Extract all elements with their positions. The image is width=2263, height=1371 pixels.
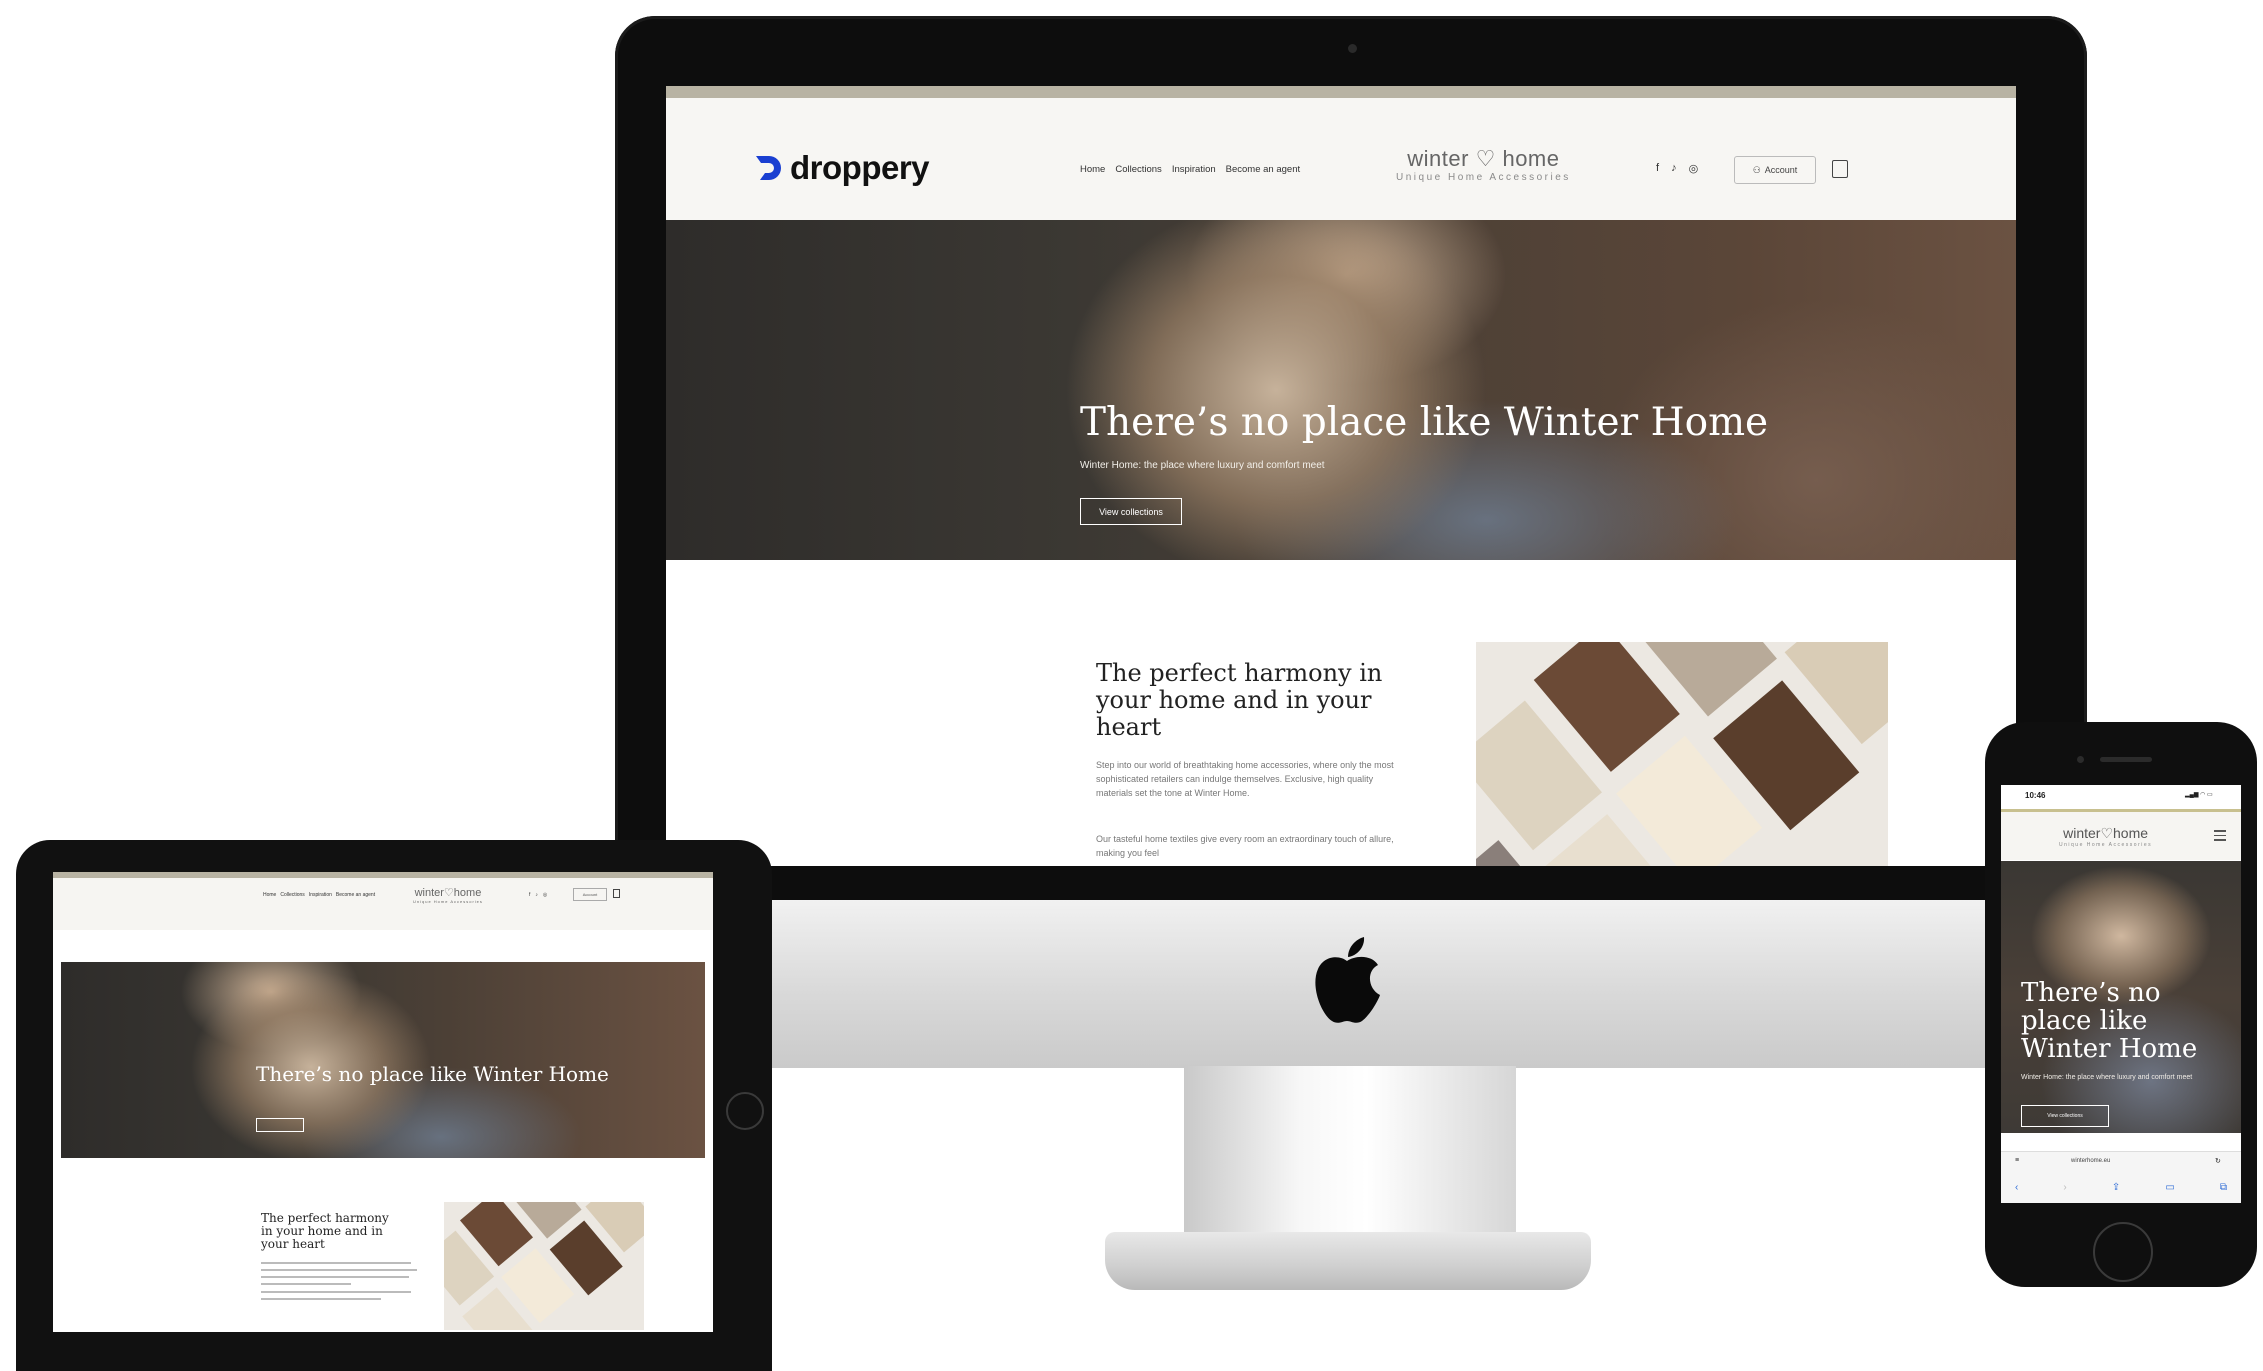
bookmarks-icon[interactable]: ▭ bbox=[2165, 1182, 2174, 1193]
reload-icon[interactable]: ↻ bbox=[2215, 1157, 2221, 1165]
iphone-home-button[interactable] bbox=[2093, 1222, 2153, 1282]
nav-become-agent[interactable]: Become an agent bbox=[1226, 164, 1300, 175]
section-paragraph-2: Our tasteful home textiles give every ro… bbox=[1096, 834, 1394, 858]
iphone-heart-icon: ♡ bbox=[2100, 825, 2114, 841]
iphone-winter-home-logo[interactable]: winter♡home Unique Home Accessories bbox=[2059, 825, 2152, 848]
imac-screen: droppery Home Collections Inspiration Be… bbox=[666, 86, 2016, 866]
ipad-screen: Home Collections Inspiration Become an a… bbox=[53, 872, 713, 1332]
ipad-facebook-icon[interactable]: f bbox=[529, 892, 530, 898]
ipad-nav-home[interactable]: Home bbox=[263, 892, 276, 898]
safari-toolbar: ≡ winterhome.eu ↻ ‹ › ⇪ ▭ ⧉ bbox=[2001, 1151, 2241, 1203]
reader-icon[interactable]: ≡ bbox=[2015, 1157, 2019, 1164]
ipad-textiles-image bbox=[444, 1202, 644, 1330]
imac-camera bbox=[1348, 44, 1357, 53]
ipad-home-button[interactable] bbox=[726, 1092, 764, 1130]
section-paragraph-1: Step into our world of breathtaking home… bbox=[1096, 760, 1394, 798]
iphone-brand-name: winter bbox=[2063, 825, 2101, 841]
ipad-social-links: f ♪ ◎ bbox=[529, 892, 547, 898]
status-bar: 10:46 ▂▄▆ ◠ ▭ bbox=[2001, 785, 2241, 805]
heart-icon: ♡ bbox=[1475, 146, 1496, 171]
hero-title: There’s no place like Winter Home bbox=[1080, 400, 1769, 445]
brand-name-2: home bbox=[1502, 146, 1560, 171]
main-nav: Home Collections Inspiration Become an a… bbox=[1080, 164, 1300, 175]
site-header: droppery Home Collections Inspiration Be… bbox=[666, 98, 2016, 220]
droppery-logo[interactable]: droppery bbox=[754, 148, 930, 188]
ipad-hero-title: There’s no place like Winter Home bbox=[256, 1062, 609, 1086]
facebook-icon[interactable]: f bbox=[1656, 162, 1659, 175]
ipad-main-nav: Home Collections Inspiration Become an a… bbox=[263, 892, 375, 898]
text-line bbox=[261, 1276, 409, 1278]
ipad-brand-name: winter bbox=[414, 887, 444, 899]
safari-nav-tools: ‹ › ⇪ ▭ ⧉ bbox=[2015, 1182, 2227, 1193]
text-line bbox=[261, 1283, 351, 1285]
ipad-section-title: The perfect harmony in your home and in … bbox=[261, 1211, 389, 1251]
hero-subtitle: Winter Home: the place where luxury and … bbox=[1080, 460, 1325, 471]
ipad-brand-tagline: Unique Home Accessories bbox=[413, 899, 483, 904]
accent-strip bbox=[666, 86, 2016, 98]
ipad-cart-icon[interactable] bbox=[613, 889, 620, 898]
hero-banner: There’s no place like Winter Home Winter… bbox=[666, 220, 2016, 560]
text-line bbox=[261, 1298, 381, 1300]
iphone-hero-banner: There’s no place like Winter Home Winter… bbox=[2001, 861, 2241, 1133]
share-icon[interactable]: ⇪ bbox=[2112, 1182, 2120, 1193]
status-time: 10:46 bbox=[2025, 791, 2046, 800]
cart-icon[interactable] bbox=[1832, 160, 1848, 178]
brand-name: winter bbox=[1407, 146, 1469, 171]
brand-wordmark: winter ♡ home bbox=[1396, 146, 1571, 172]
textiles-illustration bbox=[1476, 642, 1888, 866]
ipad-section-text bbox=[261, 1262, 421, 1305]
ipad-instagram-icon[interactable]: ◎ bbox=[543, 892, 547, 898]
back-icon[interactable]: ‹ bbox=[2015, 1182, 2018, 1193]
iphone-camera bbox=[2077, 756, 2084, 763]
tiktok-icon[interactable]: ♪ bbox=[1671, 162, 1677, 175]
iphone-screen: 10:46 ▂▄▆ ◠ ▭ winter♡home Unique Home Ac… bbox=[2001, 785, 2241, 1203]
signal-wifi-battery-icon: ▂▄▆ ◠ ▭ bbox=[2185, 792, 2213, 798]
iphone-brand-tagline: Unique Home Accessories bbox=[2059, 842, 2153, 848]
user-icon: ⚇ bbox=[1752, 164, 1761, 175]
apple-logo-icon bbox=[1315, 937, 1380, 1023]
ipad-account-button[interactable]: Account bbox=[573, 888, 607, 901]
iphone-hero-subtitle: Winter Home: the place where luxury and … bbox=[2021, 1074, 2193, 1081]
ipad-tiktok-icon[interactable]: ♪ bbox=[535, 892, 538, 898]
droppery-d-icon bbox=[756, 156, 781, 180]
ipad-site-header bbox=[53, 872, 713, 930]
nav-collections[interactable]: Collections bbox=[1115, 164, 1161, 175]
imac-stand-base bbox=[1105, 1232, 1591, 1290]
url-field[interactable]: winterhome.eu bbox=[2071, 1158, 2110, 1164]
forward-icon[interactable]: › bbox=[2063, 1182, 2066, 1193]
ipad-textiles-illustration bbox=[444, 1202, 644, 1330]
ipad-heart-icon: ♡ bbox=[443, 887, 454, 899]
brand-tagline: Unique Home Accessories bbox=[1396, 172, 1571, 183]
text-line bbox=[261, 1291, 411, 1293]
text-line bbox=[261, 1262, 411, 1264]
ipad-nav-become-agent[interactable]: Become an agent bbox=[336, 892, 375, 898]
instagram-icon[interactable]: ◎ bbox=[1689, 162, 1699, 175]
ipad-nav-collections[interactable]: Collections bbox=[280, 892, 304, 898]
droppery-wordmark: droppery bbox=[790, 149, 930, 186]
tabs-icon[interactable]: ⧉ bbox=[2220, 1182, 2227, 1193]
ipad-brand-name-2: home bbox=[453, 887, 482, 899]
iphone-view-collections-button[interactable]: View collections bbox=[2021, 1105, 2109, 1127]
iphone-brand-name-2: home bbox=[2113, 825, 2149, 841]
social-links: f ♪ ◎ bbox=[1656, 162, 1698, 175]
winter-home-logo[interactable]: winter ♡ home Unique Home Accessories bbox=[1396, 146, 1571, 183]
ipad-winter-home-logo[interactable]: winter♡home Unique Home Accessories bbox=[413, 886, 483, 904]
view-collections-button[interactable]: View collections bbox=[1080, 498, 1182, 525]
account-label: Account bbox=[1764, 165, 1798, 175]
section-title: The perfect harmony in your home and in … bbox=[1096, 659, 1383, 741]
account-button[interactable]: ⚇ Account bbox=[1734, 156, 1816, 184]
nav-home[interactable]: Home bbox=[1080, 164, 1105, 175]
nav-inspiration[interactable]: Inspiration bbox=[1172, 164, 1216, 175]
text-line bbox=[261, 1269, 417, 1271]
iphone-hero-title: There’s no place like Winter Home bbox=[2021, 978, 2198, 1064]
ipad-nav-inspiration[interactable]: Inspiration bbox=[309, 892, 332, 898]
iphone-speaker bbox=[2100, 757, 2152, 762]
textiles-image bbox=[1476, 642, 1888, 866]
hamburger-menu-icon[interactable] bbox=[2214, 830, 2226, 844]
ipad-view-collections-button[interactable] bbox=[256, 1118, 304, 1132]
ipad-hero-banner bbox=[61, 962, 705, 1158]
imac-stand bbox=[1184, 1066, 1516, 1234]
